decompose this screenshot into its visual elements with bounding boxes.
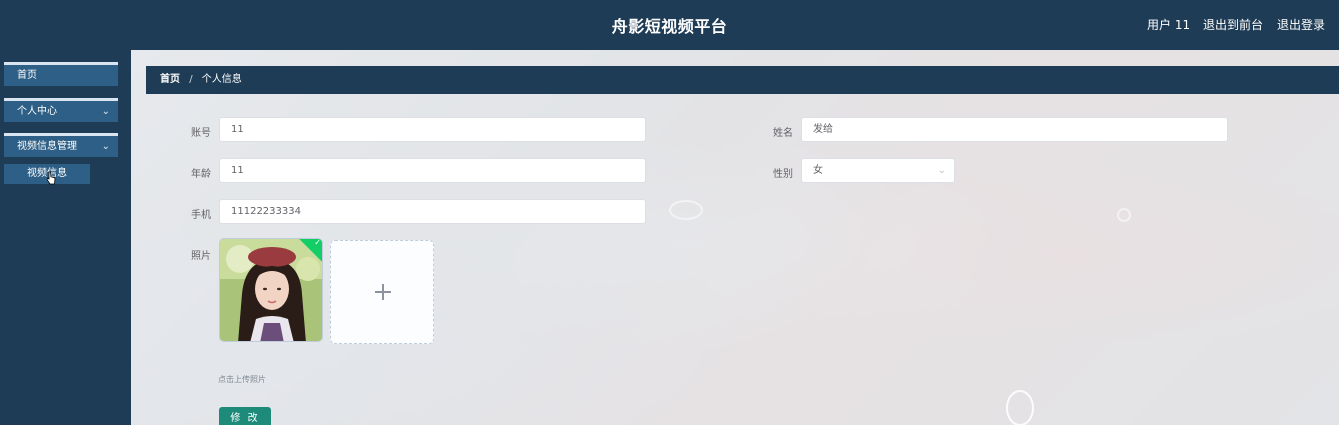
hand-cursor-icon	[46, 171, 56, 185]
breadcrumb-home[interactable]: 首页	[160, 74, 180, 85]
user-label[interactable]: 用户 11	[1147, 16, 1190, 33]
account-field[interactable]: 11	[219, 117, 646, 142]
sidebar-item-personal-center[interactable]: 个人中心 ⌄	[4, 98, 118, 122]
main-content: 首页 / 个人信息 账号 11 姓名 发给 年龄 11 性别 女 ⌄ 手机 11…	[131, 50, 1339, 425]
breadcrumb: 首页 / 个人信息	[146, 66, 1339, 94]
logout-link[interactable]: 退出登录	[1277, 16, 1325, 33]
sidebar: 首页 个人中心 ⌄ 视频信息管理 ⌄ 视频信息	[0, 50, 131, 425]
sidebar-item-label: 个人中心	[17, 106, 57, 117]
breadcrumb-current: 个人信息	[201, 74, 242, 85]
gender-select[interactable]: 女 ⌄	[801, 158, 955, 183]
name-field[interactable]: 发给	[801, 117, 1228, 142]
age-field[interactable]: 11	[219, 158, 646, 183]
check-icon: ✓	[314, 238, 321, 247]
background-decoration	[1006, 390, 1034, 425]
app-title: 舟影短视频平台	[611, 17, 728, 36]
gender-value: 女	[813, 165, 823, 176]
submit-button[interactable]: 修 改	[219, 407, 271, 425]
sidebar-item-home[interactable]: 首页	[4, 62, 118, 86]
account-label: 账号	[191, 128, 211, 139]
name-label: 姓名	[773, 128, 793, 139]
upload-hint: 点击上传照片	[218, 375, 266, 384]
photo-label: 照片	[191, 251, 211, 262]
sidebar-item-video-management[interactable]: 视频信息管理 ⌄	[4, 133, 118, 157]
phone-field[interactable]: 11122233334	[219, 199, 646, 224]
sidebar-item-label: 首页	[17, 70, 37, 81]
gender-label: 性别	[773, 169, 793, 180]
photo-upload-button[interactable]	[330, 240, 434, 344]
chevron-down-icon: ⌄	[101, 141, 110, 152]
top-bar: 舟影短视频平台 用户 11 退出到前台 退出登录	[0, 0, 1339, 50]
breadcrumb-separator: /	[189, 74, 193, 85]
chevron-down-icon: ⌄	[937, 165, 946, 176]
age-label: 年龄	[191, 169, 211, 180]
chevron-down-icon: ⌄	[101, 106, 110, 117]
plus-icon	[382, 284, 384, 300]
photo-image	[220, 239, 322, 341]
back-to-front-link[interactable]: 退出到前台	[1203, 16, 1263, 33]
phone-label: 手机	[191, 210, 211, 221]
uploaded-photo[interactable]: ✓	[219, 238, 323, 342]
sidebar-item-label: 视频信息管理	[17, 141, 77, 152]
